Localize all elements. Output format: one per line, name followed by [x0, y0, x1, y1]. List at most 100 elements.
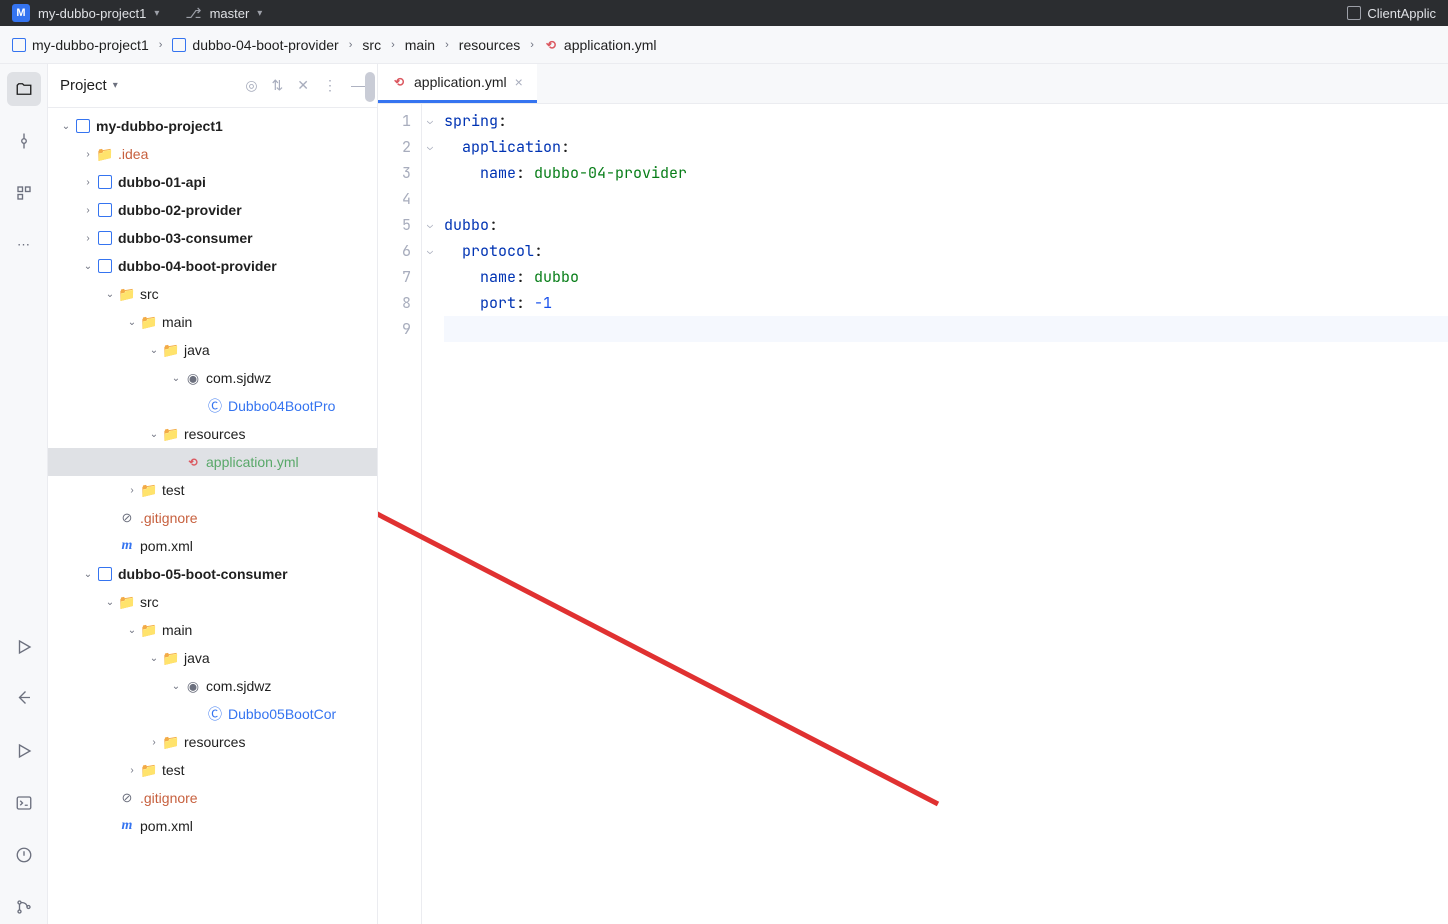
expand-all-icon[interactable]: ⇅: [272, 77, 284, 94]
tree-row[interactable]: mpom.xml: [48, 812, 377, 840]
tree-row[interactable]: ⌄📁java: [48, 336, 377, 364]
tree-row[interactable]: ⟲application.yml: [48, 448, 377, 476]
project-tool-icon[interactable]: [7, 72, 41, 106]
scrollbar-thumb[interactable]: [365, 72, 375, 102]
tree-row[interactable]: ⌄my-dubbo-project1: [48, 112, 377, 140]
tree-row[interactable]: ⒸDubbo04BootPro: [48, 392, 377, 420]
branch-icon: ⎇: [185, 5, 201, 22]
expand-icon[interactable]: ›: [80, 205, 96, 216]
tree-label: com.sjdwz: [206, 370, 271, 386]
build-tool-icon[interactable]: [7, 682, 41, 716]
expand-icon[interactable]: ⌄: [168, 681, 184, 692]
folder-src-icon: 📁: [162, 342, 180, 359]
breadcrumb-item[interactable]: main: [405, 37, 435, 53]
services-tool-icon[interactable]: [7, 630, 41, 664]
minimize-icon[interactable]: —: [351, 77, 365, 94]
folder-icon: 📁: [118, 594, 136, 611]
code-editor[interactable]: 123456789 ⌄⌄⌄⌄ spring: application: name…: [378, 104, 1448, 924]
tree-row[interactable]: ⌄📁resources: [48, 420, 377, 448]
expand-icon[interactable]: ⌄: [124, 625, 140, 636]
breadcrumb-item[interactable]: ⟲application.yml: [544, 37, 657, 53]
tree-row[interactable]: ›📁test: [48, 756, 377, 784]
expand-icon[interactable]: ›: [124, 485, 140, 496]
tree-row[interactable]: ›📁test: [48, 476, 377, 504]
folder-src-icon: 📁: [140, 314, 158, 331]
pom-icon: m: [118, 818, 136, 834]
expand-icon[interactable]: ›: [124, 765, 140, 776]
chevron-down-icon[interactable]: ▾: [257, 8, 262, 19]
expand-icon[interactable]: ⌄: [102, 289, 118, 300]
expand-icon[interactable]: ⌄: [58, 121, 74, 132]
run-config-icon[interactable]: [1347, 6, 1361, 20]
tree-label: pom.xml: [140, 818, 193, 834]
tree-row[interactable]: ›📁resources: [48, 728, 377, 756]
commit-tool-icon[interactable]: [7, 124, 41, 158]
structure-tool-icon[interactable]: [7, 176, 41, 210]
tree-row[interactable]: mpom.xml: [48, 532, 377, 560]
tree-row[interactable]: ›📁.idea: [48, 140, 377, 168]
expand-icon[interactable]: ⌄: [80, 261, 96, 272]
collapse-icon[interactable]: ✕: [297, 77, 309, 94]
code-content[interactable]: spring: application: name: dubbo-04-prov…: [438, 104, 1448, 924]
editor-tab[interactable]: ⟲ application.yml ×: [378, 64, 537, 103]
title-project-name[interactable]: my-dubbo-project1: [38, 6, 146, 21]
project-panel-title[interactable]: Project: [60, 77, 107, 94]
module-icon: [12, 38, 26, 52]
tree-row[interactable]: ⊘.gitignore: [48, 784, 377, 812]
tree-label: test: [162, 762, 185, 778]
run-tool-icon[interactable]: [7, 734, 41, 768]
mod-icon: [96, 231, 114, 245]
tree-row[interactable]: ⌄📁main: [48, 616, 377, 644]
select-opened-icon[interactable]: ◎: [245, 77, 257, 94]
breadcrumb-item[interactable]: resources: [459, 37, 520, 53]
tree-row[interactable]: ⌄📁src: [48, 280, 377, 308]
expand-icon[interactable]: ›: [146, 737, 162, 748]
vcs-tool-icon[interactable]: [7, 890, 41, 924]
tree-row[interactable]: ›dubbo-01-api: [48, 168, 377, 196]
tree-row[interactable]: ⌄📁main: [48, 308, 377, 336]
tree-row[interactable]: ⌄dubbo-04-boot-provider: [48, 252, 377, 280]
settings-icon[interactable]: ⋮: [323, 77, 337, 94]
expand-icon[interactable]: ⌄: [146, 345, 162, 356]
chevron-right-icon: ›: [445, 39, 449, 51]
expand-icon[interactable]: ›: [80, 233, 96, 244]
expand-icon[interactable]: ⌄: [102, 597, 118, 608]
expand-icon[interactable]: ⌄: [168, 373, 184, 384]
project-tree[interactable]: ⌄my-dubbo-project1›📁.idea›dubbo-01-api›d…: [48, 108, 377, 924]
breadcrumb-item[interactable]: dubbo-04-boot-provider: [172, 37, 338, 53]
left-tool-rail: ⋯: [0, 64, 48, 924]
folder-src-icon: 📁: [140, 622, 158, 639]
chevron-down-icon[interactable]: ▾: [113, 80, 118, 91]
expand-icon[interactable]: ›: [80, 149, 96, 160]
expand-icon[interactable]: ⌄: [146, 429, 162, 440]
fold-gutter[interactable]: ⌄⌄⌄⌄: [422, 104, 438, 924]
tree-row[interactable]: ⌄◉com.sjdwz: [48, 364, 377, 392]
problems-tool-icon[interactable]: [7, 838, 41, 872]
pom-icon: m: [118, 538, 136, 554]
run-config-label[interactable]: ClientApplic: [1367, 6, 1436, 21]
tree-row[interactable]: ›dubbo-02-provider: [48, 196, 377, 224]
tree-label: main: [162, 314, 192, 330]
module-icon: [172, 38, 186, 52]
branch-name[interactable]: master: [210, 6, 250, 21]
expand-icon[interactable]: ⌄: [124, 317, 140, 328]
chevron-down-icon[interactable]: ▾: [154, 8, 159, 19]
folder-test-icon: 📁: [140, 482, 158, 499]
tree-row[interactable]: ⌄◉com.sjdwz: [48, 672, 377, 700]
close-icon[interactable]: ×: [515, 74, 523, 90]
tree-row[interactable]: ⒸDubbo05BootCor: [48, 700, 377, 728]
terminal-tool-icon[interactable]: [7, 786, 41, 820]
expand-icon[interactable]: ›: [80, 177, 96, 188]
expand-icon[interactable]: ⌄: [80, 569, 96, 580]
tree-row[interactable]: ⌄dubbo-05-boot-consumer: [48, 560, 377, 588]
more-tool-icon[interactable]: ⋯: [7, 228, 41, 262]
tree-row[interactable]: ›dubbo-03-consumer: [48, 224, 377, 252]
tree-row[interactable]: ⌄📁src: [48, 588, 377, 616]
chevron-right-icon: ›: [391, 39, 395, 51]
tree-row[interactable]: ⊘.gitignore: [48, 504, 377, 532]
breadcrumb-item[interactable]: src: [362, 37, 381, 53]
tree-row[interactable]: ⌄📁java: [48, 644, 377, 672]
expand-icon[interactable]: ⌄: [146, 653, 162, 664]
tab-label: application.yml: [414, 74, 507, 90]
breadcrumb-item[interactable]: my-dubbo-project1: [12, 37, 149, 53]
